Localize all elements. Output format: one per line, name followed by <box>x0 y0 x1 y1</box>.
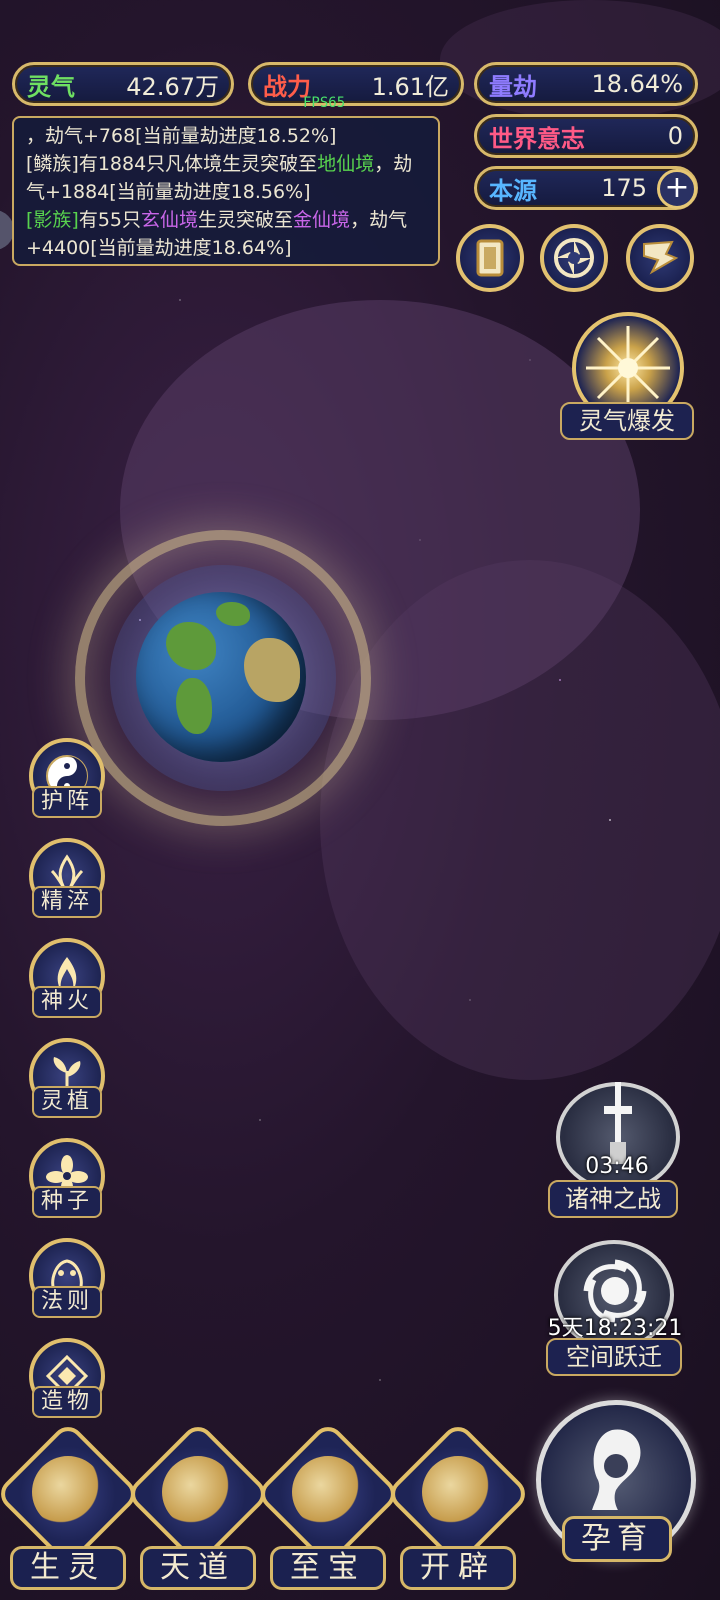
burst-icon <box>586 326 670 410</box>
earth-planet[interactable] <box>136 592 306 762</box>
menu-label: 法则 <box>32 1286 102 1318</box>
lingqi-value: 42.67万 <box>126 72 219 101</box>
flag-icon <box>643 240 679 275</box>
menu-label: 种子 <box>32 1186 102 1218</box>
nav-kaipi[interactable]: 开辟 <box>384 1420 532 1592</box>
space-jump-label: 空间跃迁 <box>546 1338 682 1376</box>
menu-zhongzi[interactable]: 种子 <box>26 1138 108 1220</box>
zhanli-value: 1.61亿 <box>371 72 449 101</box>
cloud-swirl-icon <box>162 1456 234 1528</box>
log-text: 生灵突破至 <box>198 209 294 231</box>
liangjie-label: 量劫 <box>489 72 537 101</box>
menu-shenhuo[interactable]: 神火 <box>26 938 108 1020</box>
shijie-yizhi-pill: 世界意志 0 <box>474 114 698 158</box>
nav-label: 天道 <box>140 1546 256 1590</box>
fps-counter: FPS65 <box>303 95 346 111</box>
zhushen-timer: 03:46 <box>585 1154 649 1179</box>
log-line: [影族]有55只玄仙境生灵突破至金仙境，劫气+4400[当前量劫进度18.64%… <box>26 206 426 262</box>
menu-label: 灵植 <box>32 1086 102 1118</box>
lingqi-label: 灵气 <box>27 72 75 101</box>
continent <box>166 622 216 670</box>
treasure-icon <box>292 1456 364 1528</box>
event-log[interactable]: ，劫气+768[当前量劫进度18.52%] [鳞族]有1884只凡体境生灵突破至… <box>12 116 440 266</box>
benyuan-value: 175 <box>601 174 647 202</box>
nav-shengling[interactable]: 生灵 <box>0 1420 142 1592</box>
menu-label: 造物 <box>32 1386 102 1418</box>
menu-zaowu[interactable]: 造物 <box>26 1338 108 1420</box>
log-highlight: 地仙境 <box>317 153 375 175</box>
continent <box>216 602 250 626</box>
card-button[interactable] <box>456 224 524 292</box>
menu-jingcui[interactable]: 精淬 <box>26 838 108 920</box>
log-highlight: 金仙境 <box>293 209 351 231</box>
lingqi-pill: 灵气 42.67万 <box>12 62 234 106</box>
card-icon <box>476 239 504 277</box>
continent <box>176 678 212 734</box>
nav-zhibao[interactable]: 至宝 <box>254 1420 402 1592</box>
liangjie-pill: 量劫 18.64% <box>474 62 698 106</box>
yunyu-label: 孕育 <box>562 1516 672 1562</box>
add-benyuan-button[interactable]: + <box>657 169 697 209</box>
menu-label: 护阵 <box>32 786 102 818</box>
nebula-cloud <box>320 560 720 1080</box>
continent <box>244 638 300 702</box>
log-line: ，劫气+768[当前量劫进度18.52%] <box>26 125 337 147</box>
menu-huzhen[interactable]: 护阵 <box>26 738 108 820</box>
nav-label: 生灵 <box>10 1546 126 1590</box>
benyuan-pill: 本源 175 + <box>474 166 698 210</box>
nav-label: 至宝 <box>270 1546 386 1590</box>
menu-faze[interactable]: 法则 <box>26 1238 108 1320</box>
nav-tiandao[interactable]: 天道 <box>124 1420 272 1592</box>
menu-lingzhi[interactable]: 灵植 <box>26 1038 108 1120</box>
vortex-icon <box>554 238 594 278</box>
shijie-yizhi-value: 0 <box>667 122 683 150</box>
log-tag: [影族] <box>26 209 79 231</box>
lingqi-burst-label: 灵气爆发 <box>560 402 694 440</box>
phoenix-icon <box>32 1456 104 1528</box>
vortex-button[interactable] <box>540 224 608 292</box>
log-highlight: 玄仙境 <box>141 209 199 231</box>
liangjie-value: 18.64% <box>591 70 683 98</box>
menu-label: 神火 <box>32 986 102 1018</box>
lingqi-burst-button[interactable]: 灵气爆发 <box>560 306 700 442</box>
zhushen-label: 诸神之战 <box>548 1180 678 1218</box>
space-jump-button[interactable]: 5天18:23:21 空间跃迁 <box>540 1240 700 1380</box>
zhushen-battle-button[interactable]: 03:46 诸神之战 <box>548 1082 698 1222</box>
zhanli-pill: 战力 1.61亿 <box>248 62 464 106</box>
log-line: [鳞族]有1884只凡体境生灵突破至地仙境，劫气+1884[当前量劫进度18.5… <box>26 150 426 206</box>
shijie-yizhi-label: 世界意志 <box>489 124 585 153</box>
axe-flame-icon <box>422 1456 494 1528</box>
menu-label: 精淬 <box>32 886 102 918</box>
log-text: [鳞族]有1884只凡体境生灵突破至 <box>26 153 318 175</box>
flag-button[interactable] <box>626 224 694 292</box>
mother-child-icon <box>592 1429 641 1510</box>
yunyu-button[interactable]: 孕育 <box>532 1400 702 1590</box>
benyuan-label: 本源 <box>489 176 537 205</box>
log-text: 有55只 <box>78 209 142 231</box>
nav-label: 开辟 <box>400 1546 516 1590</box>
